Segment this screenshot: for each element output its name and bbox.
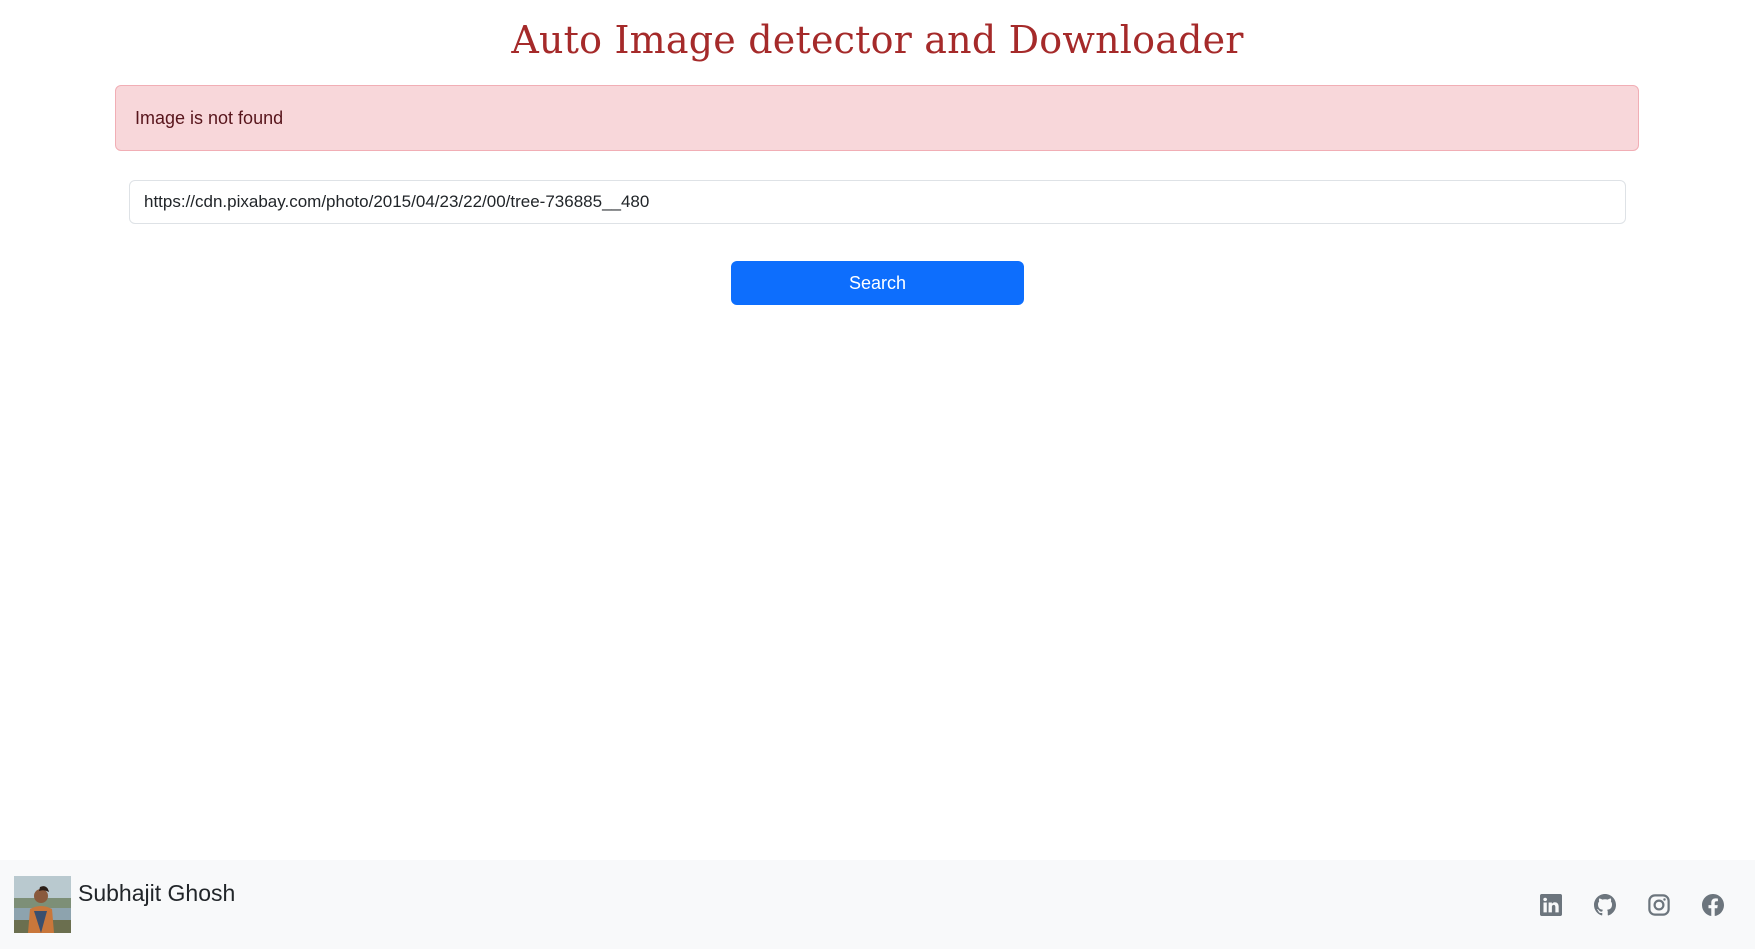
footer: Subhajit Ghosh (0, 860, 1755, 949)
search-button[interactable]: Search (731, 261, 1024, 305)
error-alert: Image is not found (115, 85, 1639, 151)
github-icon[interactable] (1594, 894, 1616, 916)
page: Auto Image detector and Downloader Image… (0, 0, 1755, 949)
instagram-icon[interactable] (1648, 894, 1670, 916)
author-name: Subhajit Ghosh (78, 880, 236, 906)
avatar (14, 876, 71, 933)
linkedin-icon[interactable] (1540, 894, 1562, 916)
facebook-icon[interactable] (1702, 894, 1724, 916)
page-title: Auto Image detector and Downloader (511, 18, 1244, 62)
image-url-input[interactable] (129, 180, 1626, 224)
alert-message: Image is not found (135, 107, 284, 128)
